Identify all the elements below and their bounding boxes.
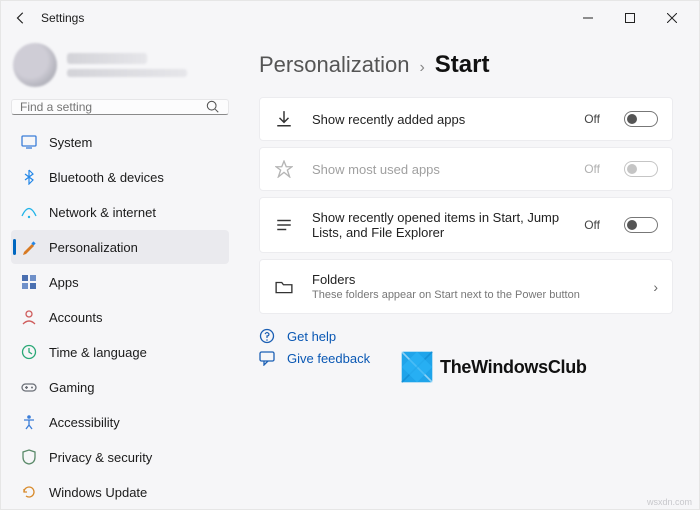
card-label: Folders xyxy=(312,272,635,287)
search-input-wrapper[interactable] xyxy=(11,99,229,115)
thewindowsclub-logo-icon xyxy=(400,350,434,384)
accessibility-icon xyxy=(21,414,37,430)
close-icon xyxy=(667,13,677,23)
update-icon xyxy=(21,484,37,500)
nav-update[interactable]: Windows Update xyxy=(11,475,229,509)
feedback-icon xyxy=(259,350,277,366)
close-button[interactable] xyxy=(651,4,693,32)
toggle-state: Off xyxy=(584,112,600,126)
privacy-icon xyxy=(21,449,37,465)
card-label: Show recently opened items in Start, Jum… xyxy=(312,210,566,240)
accounts-icon xyxy=(21,309,37,325)
search-input[interactable] xyxy=(20,100,206,114)
nav-list: System Bluetooth & devices Network & int… xyxy=(11,125,229,509)
gaming-icon xyxy=(21,379,37,395)
toggle-jump-lists[interactable] xyxy=(624,217,658,233)
sidebar: System Bluetooth & devices Network & int… xyxy=(1,35,239,509)
nav-privacy[interactable]: Privacy & security xyxy=(11,440,229,474)
time-icon xyxy=(21,344,37,360)
nav-label: Apps xyxy=(49,275,79,290)
chevron-right-icon: › xyxy=(419,59,424,77)
nav-label: Time & language xyxy=(49,345,147,360)
personalization-icon xyxy=(21,239,37,255)
user-profile[interactable] xyxy=(11,37,229,93)
card-text: Folders These folders appear on Start ne… xyxy=(312,272,635,301)
user-email-blurred xyxy=(67,69,187,77)
minimize-button[interactable] xyxy=(567,4,609,32)
footer-credit: wsxdn.com xyxy=(647,497,692,507)
breadcrumb: Personalization › Start xyxy=(259,51,673,79)
avatar xyxy=(13,43,57,87)
chevron-right-icon: › xyxy=(653,279,658,295)
nav-label: Windows Update xyxy=(49,485,147,500)
help-icon xyxy=(259,328,277,344)
nav-label: Gaming xyxy=(49,380,95,395)
nav-accessibility[interactable]: Accessibility xyxy=(11,405,229,439)
download-icon xyxy=(274,110,294,128)
search-icon xyxy=(206,100,220,114)
card-sub: These folders appear on Start next to th… xyxy=(312,289,635,301)
nav-label: Bluetooth & devices xyxy=(49,170,164,185)
main-content: Personalization › Start Show recently ad… xyxy=(239,35,699,509)
card-folders[interactable]: Folders These folders appear on Start ne… xyxy=(259,259,673,314)
page-title: Start xyxy=(435,51,490,79)
network-icon xyxy=(21,204,37,220)
card-jump-lists: Show recently opened items in Start, Jum… xyxy=(259,197,673,253)
nav-label: Accessibility xyxy=(49,415,120,430)
get-help-row: Get help xyxy=(259,328,673,344)
get-help-link[interactable]: Get help xyxy=(287,329,336,344)
folder-icon xyxy=(274,278,294,296)
window-title: Settings xyxy=(41,11,84,25)
nav-label: Privacy & security xyxy=(49,450,152,465)
bluetooth-icon xyxy=(21,169,37,185)
maximize-button[interactable] xyxy=(609,4,651,32)
branding-watermark: TheWindowsClub xyxy=(400,350,587,384)
toggle-most-used xyxy=(624,161,658,177)
titlebar: Settings xyxy=(1,1,699,35)
crumb-parent[interactable]: Personalization xyxy=(259,52,409,78)
back-button[interactable] xyxy=(7,4,35,32)
nav-gaming[interactable]: Gaming xyxy=(11,370,229,404)
maximize-icon xyxy=(625,13,635,23)
list-icon xyxy=(274,216,294,234)
nav-system[interactable]: System xyxy=(11,125,229,159)
toggle-state: Off xyxy=(584,218,600,232)
give-feedback-link[interactable]: Give feedback xyxy=(287,351,370,366)
nav-label: Network & internet xyxy=(49,205,156,220)
system-icon xyxy=(21,134,37,150)
minimize-icon xyxy=(583,13,593,23)
star-icon xyxy=(274,160,294,178)
nav-label: System xyxy=(49,135,92,150)
user-name-blurred xyxy=(67,53,147,64)
toggle-state: Off xyxy=(584,162,600,176)
card-most-used: Show most used apps Off xyxy=(259,147,673,191)
card-recent-apps: Show recently added apps Off xyxy=(259,97,673,141)
apps-icon xyxy=(21,274,37,290)
branding-text: TheWindowsClub xyxy=(440,357,587,378)
nav-personalization[interactable]: Personalization xyxy=(11,230,229,264)
nav-apps[interactable]: Apps xyxy=(11,265,229,299)
nav-label: Personalization xyxy=(49,240,138,255)
nav-bluetooth[interactable]: Bluetooth & devices xyxy=(11,160,229,194)
nav-label: Accounts xyxy=(49,310,102,325)
card-label: Show recently added apps xyxy=(312,112,566,127)
card-label: Show most used apps xyxy=(312,162,566,177)
nav-network[interactable]: Network & internet xyxy=(11,195,229,229)
toggle-recent-apps[interactable] xyxy=(624,111,658,127)
arrow-left-icon xyxy=(14,11,28,25)
nav-accounts[interactable]: Accounts xyxy=(11,300,229,334)
nav-time[interactable]: Time & language xyxy=(11,335,229,369)
